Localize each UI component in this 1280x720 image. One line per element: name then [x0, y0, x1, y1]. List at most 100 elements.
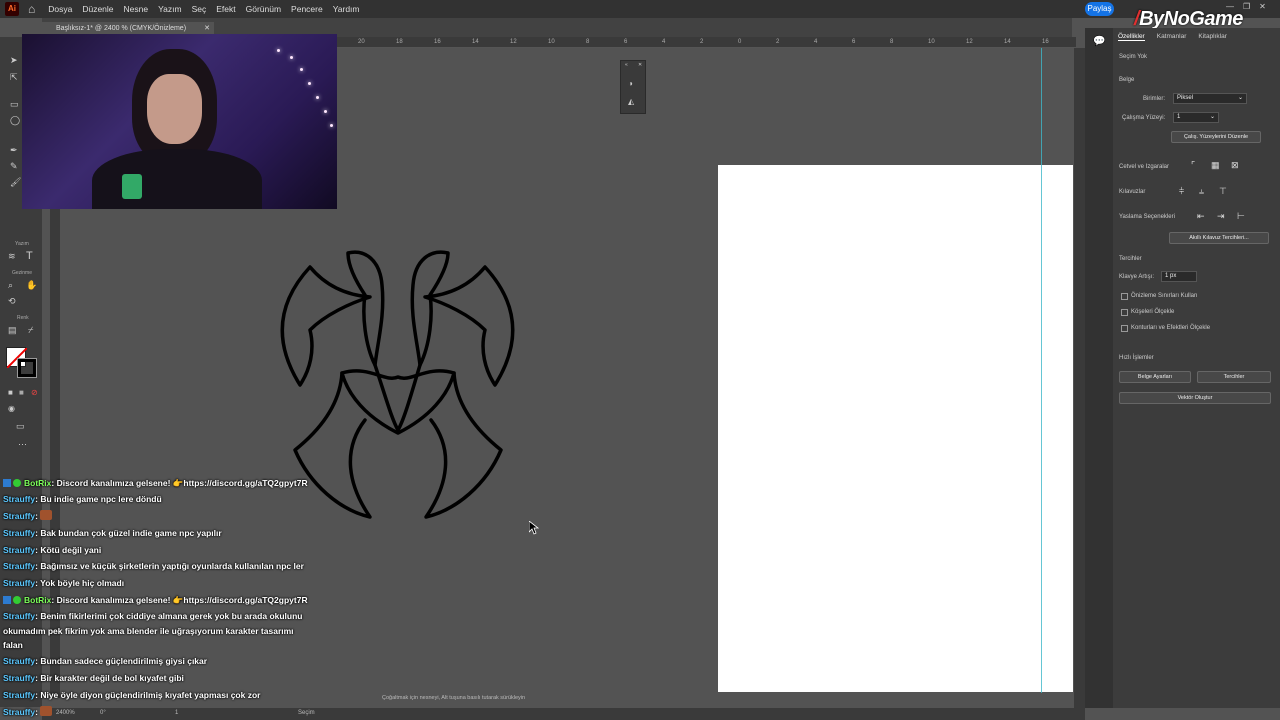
artboard-select[interactable]: 1 ⌄: [1173, 112, 1219, 123]
ruler-tick: 14: [1004, 39, 1011, 45]
pen-tool-icon[interactable]: ✒: [10, 145, 18, 156]
chat-username: Strauffy: [3, 511, 36, 521]
edit-artboards-button[interactable]: Çalış. Yüzeylerini Düzenle: [1171, 131, 1261, 143]
rotate-view-icon[interactable]: ⟲: [8, 296, 16, 307]
snap-to-pixel-icon[interactable]: ⇥: [1217, 211, 1225, 222]
rectangle-tool-icon[interactable]: ▭: [10, 99, 19, 110]
chat-text: : Bak bundan çok güzel indie game npc ya…: [35, 528, 222, 538]
tab-properties[interactable]: Özellikler: [1118, 33, 1145, 41]
artboard-value: 1: [1177, 114, 1181, 120]
scale-corners-label: Köşeleri Ölçekle: [1131, 309, 1175, 315]
more-tools-icon[interactable]: ⋯: [18, 439, 27, 450]
chat-text: : Benim fikirlerimi çok ciddiye almana g…: [35, 611, 303, 621]
recolor-icon[interactable]: ◑: [628, 79, 633, 88]
panel-close-icon[interactable]: ✕: [638, 62, 642, 68]
ruler-icon[interactable]: ⌜: [1191, 160, 1195, 171]
warp-tool-icon[interactable]: ≋: [8, 251, 16, 262]
grid-icon[interactable]: ▦: [1211, 160, 1220, 171]
chat-text: : Yok böyle hiç olmadı: [35, 578, 125, 588]
stream-chat: BotRix : Discord kanalımıza gelsene! 👉htt…: [0, 476, 340, 720]
gradient-mode-icon[interactable]: ■: [19, 388, 24, 397]
artboard[interactable]: [718, 165, 1073, 692]
menu-item-window[interactable]: Pencere: [291, 4, 323, 14]
chat-username: Strauffy: [3, 561, 36, 571]
snap-to-point-icon[interactable]: ⇤: [1197, 211, 1205, 222]
document-setup-button[interactable]: Belge Ayarları: [1119, 371, 1191, 383]
brush-tool-icon[interactable]: 🖌: [10, 177, 21, 188]
menu-item-effect[interactable]: Efekt: [216, 4, 235, 14]
restore-icon[interactable]: ❐: [1243, 2, 1250, 11]
document-section-title: Belge: [1119, 77, 1135, 83]
menu-item-help[interactable]: Yardım: [333, 4, 360, 14]
panel-tabs: Özellikler Katmanlar Kitaplıklar: [1113, 28, 1280, 45]
smart-guides-button[interactable]: Akıllı Kılavuz Tercihleri...: [1169, 232, 1269, 244]
scale-strokes-checkbox[interactable]: [1121, 325, 1128, 332]
menu-item-type[interactable]: Yazım: [158, 4, 181, 14]
tab-layers[interactable]: Katmanlar: [1157, 33, 1187, 40]
panel-icon-strip: 💬: [1085, 28, 1113, 708]
preview-bounds-checkbox[interactable]: [1121, 293, 1128, 300]
hand-tool-icon[interactable]: ✋: [26, 280, 37, 291]
chat-username: Strauffy: [3, 656, 36, 666]
type-tool-icon[interactable]: T: [26, 250, 33, 262]
share-button[interactable]: Paylaş: [1085, 2, 1114, 16]
tab-libraries[interactable]: Kitaplıklar: [1198, 33, 1227, 40]
selection-tool-icon[interactable]: ➤: [10, 55, 18, 66]
menu-item-edit[interactable]: Düzenle: [82, 4, 113, 14]
chat-emote-icon: [40, 706, 53, 716]
home-icon[interactable]: ⌂: [28, 2, 35, 16]
chat-text: :: [35, 511, 38, 521]
pixel-grid-icon[interactable]: ⊠: [1231, 160, 1239, 171]
ruler-tick: 8: [586, 39, 590, 45]
color-mode-icon[interactable]: ■: [8, 388, 13, 397]
none-mode-icon[interactable]: ⊘: [31, 388, 38, 397]
menu-item-view[interactable]: Görünüm: [246, 4, 281, 14]
eyedropper-tool-icon[interactable]: ⌿: [28, 325, 33, 336]
scale-corners-checkbox[interactable]: [1121, 309, 1128, 316]
snap-to-glyph-icon[interactable]: ⊢: [1237, 211, 1245, 222]
guide-line[interactable]: [1041, 48, 1042, 693]
ruler-tick: 4: [662, 39, 666, 45]
chat-message: Strauffy: Bir karakter değil de bol kıya…: [3, 671, 184, 685]
screen-mode-icon[interactable]: ▭: [16, 421, 25, 432]
pencil-tool-icon[interactable]: ✎: [10, 161, 18, 172]
guides-label: Kılavuzlar: [1119, 189, 1146, 195]
chat-text: : Discord kanalımıza gelsene! 👉https://d…: [51, 478, 308, 488]
chat-username: BotRix: [24, 595, 52, 605]
image-trace-icon[interactable]: ◭: [628, 97, 634, 106]
zoom-tool-icon[interactable]: ⌕: [8, 280, 13, 291]
stroke-swatch[interactable]: [17, 358, 37, 378]
draw-mode-icon[interactable]: ◉: [8, 404, 15, 413]
document-tab-title: Başlıksız-1* @ 2400 % (CMYK/Önizleme): [56, 25, 187, 32]
no-selection-label: Seçim Yok: [1119, 54, 1148, 60]
scale-strokes-label: Konturları ve Efektleri Ölçekle: [1131, 325, 1211, 331]
keyboard-increment-input[interactable]: 1 px: [1161, 271, 1197, 282]
comments-icon[interactable]: 💬: [1093, 36, 1105, 47]
chat-message: Strauffy: Niye öyle diyon güçlendirilmiş…: [3, 688, 260, 702]
menu-item-select[interactable]: Seç: [192, 4, 207, 14]
ellipse-tool-icon[interactable]: ◯: [10, 115, 20, 126]
direct-selection-tool-icon[interactable]: ⇱: [10, 72, 18, 83]
vertical-scrollbar[interactable]: [1074, 48, 1085, 708]
gradient-tool-icon[interactable]: ▤: [8, 325, 17, 336]
minimize-icon[interactable]: —: [1226, 2, 1234, 11]
chat-message: Strauffy: Benim fikirlerimi çok ciddiye …: [3, 609, 303, 623]
chat-text: : Niye öyle diyon güçlendirilmiş kıyafet…: [35, 690, 261, 700]
streamer-face: [147, 74, 202, 144]
menu-item-object[interactable]: Nesne: [124, 4, 149, 14]
preferences-section-title: Tercihler: [1119, 256, 1142, 262]
properties-panel: Özellikler Katmanlar Kitaplıklar Seçim Y…: [1113, 28, 1280, 708]
units-select[interactable]: Piksel ⌄: [1173, 93, 1247, 104]
preferences-button[interactable]: Tercihler: [1197, 371, 1271, 383]
lock-guides-icon[interactable]: ⫨: [1199, 186, 1204, 197]
close-icon[interactable]: ✕: [1259, 2, 1266, 11]
main-menu: Dosya Düzenle Nesne Yazım Seç Efekt Görü…: [48, 4, 359, 14]
color-section-label: Renk: [17, 315, 29, 321]
clear-guides-icon[interactable]: ⊤: [1219, 186, 1227, 197]
menu-item-file[interactable]: Dosya: [48, 4, 72, 14]
create-vector-button[interactable]: Vektör Oluştur: [1119, 392, 1271, 404]
chat-message: Strauffy: Bu indie game npc lere döndü: [3, 492, 162, 506]
panel-collapse-icon[interactable]: «: [625, 62, 628, 68]
show-guides-icon[interactable]: ⫩: [1179, 186, 1184, 197]
ruler-tick: 2: [700, 39, 704, 45]
